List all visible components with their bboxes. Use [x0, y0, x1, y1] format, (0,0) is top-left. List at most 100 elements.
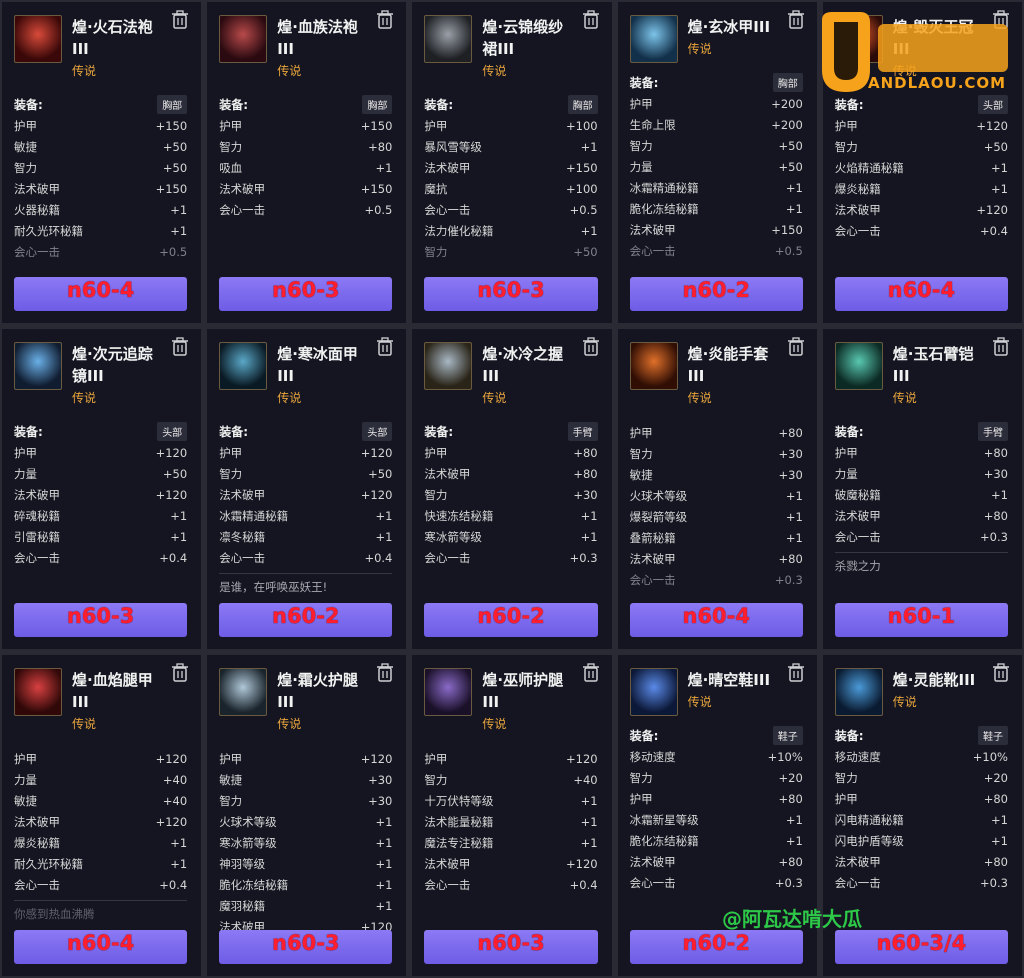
equip-button[interactable]: n60-3/4: [834, 929, 1008, 964]
stat-name: 法术破甲: [629, 855, 676, 870]
equip-button-label: n60-3: [66, 604, 135, 629]
stat-row: 法术破甲 +120: [14, 485, 187, 506]
stat-value: +50: [368, 466, 393, 481]
psionic-boots-icon: [834, 668, 883, 717]
equip-button[interactable]: n60-3: [424, 929, 598, 964]
equip-button[interactable]: n60-3: [219, 929, 393, 964]
stat-row: 法术破甲 +150: [630, 220, 803, 241]
stat-value: +80: [778, 792, 803, 807]
stat-name: 护甲: [219, 752, 243, 767]
equip-button[interactable]: n60-4: [14, 929, 188, 964]
equip-button[interactable]: n60-2: [424, 603, 598, 638]
stat-name: 火球术等级: [219, 815, 277, 830]
equip-button[interactable]: n60-3: [14, 603, 188, 638]
stat-row: 脆化冻结秘籍 +1: [630, 199, 803, 220]
equip-button[interactable]: n60-4: [14, 276, 188, 311]
stat-name: 脆化冻结秘籍: [629, 834, 699, 849]
stat-row: 十万伏特等级 +1: [424, 791, 597, 812]
stat-row: 法术破甲 +80: [630, 852, 803, 873]
stat-name: 引雷秘籍: [14, 529, 60, 544]
item-rarity: 传说: [277, 717, 302, 732]
sky-boots-icon: [629, 668, 678, 717]
trash-icon[interactable]: [582, 337, 600, 357]
stat-value: +1: [580, 508, 598, 523]
stat-row: 会心一击 +0.5: [14, 242, 187, 263]
equip-slot-label: 装备:: [834, 424, 864, 439]
stat-list: 护甲 +120 力量 +40 敏捷 +40 法术破甲 +120 爆炎秘籍 +1 耐久光环秘籍 +1 会心…: [14, 749, 187, 896]
trash-icon[interactable]: [376, 10, 394, 30]
stat-name: 护甲: [629, 792, 653, 807]
item-rarity: 传说: [482, 390, 507, 405]
trash-icon[interactable]: [992, 337, 1010, 357]
stat-value: +40: [162, 794, 188, 809]
stat-row: 火器秘籍 +1: [14, 200, 187, 221]
stat-row: 碎魂秘籍 +1: [14, 506, 187, 527]
stat-value: +200: [771, 97, 803, 111]
trash-icon[interactable]: [787, 337, 805, 357]
stat-row: 护甲 +100: [424, 116, 597, 137]
equip-button[interactable]: n60-2: [629, 929, 803, 964]
slot-badge: 头部: [157, 421, 188, 441]
stat-row: 护甲 +80: [424, 443, 597, 464]
stat-name: 爆炎秘籍: [834, 182, 881, 196]
stat-list: 护甲 +150 敏捷 +50 智力 +50 法术破甲 +150 火器秘籍 +1 耐久光环秘籍 +1 会心…: [14, 116, 187, 263]
equip-button[interactable]: n60-3: [424, 276, 598, 311]
item-name: 煌·晴空鞋III: [687, 671, 771, 690]
trash-icon[interactable]: [787, 663, 805, 683]
stat-row: 引雷秘籍 +1: [14, 527, 187, 548]
stat-name: 护甲: [14, 445, 37, 460]
trash-icon[interactable]: [376, 337, 394, 357]
jade-bracer-icon: [834, 341, 883, 390]
stat-value: +1: [375, 529, 393, 544]
stat-name: 会心一击: [424, 203, 471, 217]
silk-dress-icon: [424, 15, 473, 63]
stat-row: 火焰精通秘籍 +1: [835, 158, 1008, 179]
stat-row: 智力 +20: [630, 768, 803, 789]
stat-name: 法术破甲: [424, 466, 471, 481]
stat-value: +20: [983, 771, 1008, 786]
equip-button-label: n60-4: [682, 604, 750, 629]
trash-icon[interactable]: [582, 663, 600, 683]
equip-slot-label: 装备:: [219, 98, 248, 112]
stat-row: 智力 +50: [424, 242, 597, 263]
stat-value: +80: [983, 792, 1008, 807]
stat-row: 法术破甲 +150: [219, 179, 392, 200]
equip-button[interactable]: n60-4: [834, 276, 1008, 311]
stat-row: 护甲 +120: [14, 749, 187, 770]
trash-icon[interactable]: [787, 10, 805, 30]
stat-row: 智力 +20: [835, 768, 1008, 789]
frostfire-leggings-icon: [219, 668, 268, 717]
stat-value: +150: [360, 119, 393, 133]
equip-button[interactable]: n60-2: [219, 603, 393, 638]
stat-value: +30: [368, 773, 393, 788]
trash-icon[interactable]: [582, 10, 600, 30]
trash-icon[interactable]: [376, 663, 394, 683]
equip-button[interactable]: n60-3: [219, 276, 393, 311]
equip-button[interactable]: n60-4: [629, 603, 803, 638]
stat-value: +30: [368, 794, 393, 809]
stat-row: 智力 +80: [219, 137, 392, 158]
trash-icon[interactable]: [992, 663, 1010, 683]
stat-name: 移动速度: [629, 750, 676, 765]
stat-value: +1: [580, 794, 598, 809]
equip-button[interactable]: n60-2: [629, 276, 803, 311]
stat-row: 闪电精通秘籍 +1: [835, 810, 1008, 831]
stat-row: 冰霜新星等级 +1: [630, 810, 803, 831]
stat-row: 智力 +30: [219, 791, 392, 812]
flavor-text: 你感到热血沸腾: [14, 907, 95, 922]
stat-list: 护甲 +100 暴风雪等级 +1 法术破甲 +150 魔抗 +100 会心一击 +0.5 法力催化秘…: [424, 116, 597, 263]
stat-name: 智力: [629, 139, 653, 153]
equip-button-label: n60-3/4: [876, 930, 967, 955]
equip-button[interactable]: n60-1: [834, 603, 1008, 638]
stat-row: 冰霜精通秘籍 +1: [219, 506, 392, 527]
stat-list: 护甲 +120 力量 +50 法术破甲 +120 碎魂秘籍 +1 引雷秘籍 +1 会心一击 +0.4: [14, 443, 187, 569]
stat-name: 护甲: [629, 97, 653, 111]
trash-icon[interactable]: [171, 337, 189, 357]
equip-slot-label: 装备:: [424, 98, 454, 112]
stat-name: 护甲: [834, 445, 858, 460]
stat-row: 寒冰箭等级 +1: [219, 833, 392, 854]
stat-row: 叠箭秘籍 +1: [630, 528, 803, 549]
trash-icon[interactable]: [171, 10, 189, 30]
stat-value: +80: [573, 466, 598, 481]
trash-icon[interactable]: [171, 663, 189, 683]
